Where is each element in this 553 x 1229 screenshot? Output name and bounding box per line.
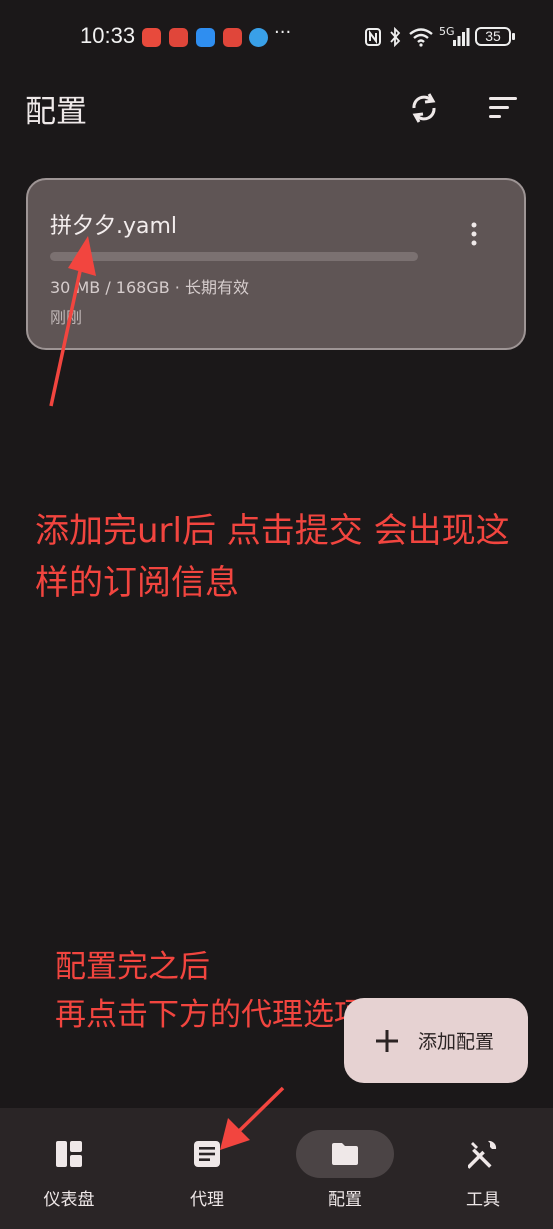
add-profile-button[interactable]: 添加配置 <box>344 998 528 1083</box>
folder-icon <box>332 1143 358 1165</box>
sort-icon[interactable] <box>487 96 519 120</box>
refresh-icon[interactable] <box>408 91 440 125</box>
more-vert-icon[interactable] <box>464 216 484 252</box>
message-notification-icon <box>196 28 215 47</box>
page-title: 配置 <box>25 94 87 130</box>
add-profile-label: 添加配置 <box>418 1031 495 1053</box>
usage-progress-bar <box>50 252 418 261</box>
annotation-subscription-note: 添加完url后 点击提交 会出现这样的订阅信息 <box>35 511 510 603</box>
app-notification-icon <box>223 28 242 47</box>
more-notifications-icon: ··· <box>274 22 292 43</box>
nav-item-dashboard[interactable]: 仪表盘 <box>0 1108 138 1229</box>
status-bar: 10:33 ··· 5G 35 <box>0 0 553 76</box>
nav-label-profiles: 配置 <box>328 1190 362 1210</box>
battery-tip <box>512 33 515 40</box>
plus-icon <box>376 1030 398 1052</box>
nfc-icon <box>365 28 381 46</box>
nav-label-proxy: 代理 <box>190 1190 224 1210</box>
nav-item-proxy[interactable]: 代理 <box>138 1108 276 1229</box>
annotation-next-step-line1: 配置完之后 <box>55 949 210 985</box>
nav-label-dashboard: 仪表盘 <box>43 1190 95 1210</box>
nav-label-tools: 工具 <box>466 1190 500 1210</box>
browser-notification-icon <box>249 28 268 47</box>
bottom-navigation: 仪表盘 代理 配置 工具 <box>0 1108 553 1229</box>
profile-card[interactable]: 拼夕夕.yaml 30 MB / 168GB · 长期有效 刚刚 <box>26 178 526 350</box>
wifi-icon <box>409 28 433 47</box>
bluetooth-icon <box>390 27 401 47</box>
profile-name: 拼夕夕.yaml <box>50 214 178 239</box>
dashboard-icon <box>56 1141 82 1167</box>
nav-item-tools[interactable]: 工具 <box>414 1108 552 1229</box>
tools-icon <box>468 1140 497 1169</box>
battery-icon: 35 <box>475 27 511 46</box>
signal-icon <box>453 28 470 46</box>
profile-updated-time: 刚刚 <box>50 308 83 327</box>
nav-item-profiles[interactable]: 配置 <box>276 1108 414 1229</box>
profile-usage: 30 MB / 168GB · 长期有效 <box>50 278 249 297</box>
app-notification-icon <box>169 28 188 47</box>
status-time: 10:33 <box>80 23 136 48</box>
proxy-icon <box>194 1141 220 1167</box>
app-notification-icon <box>142 28 161 47</box>
